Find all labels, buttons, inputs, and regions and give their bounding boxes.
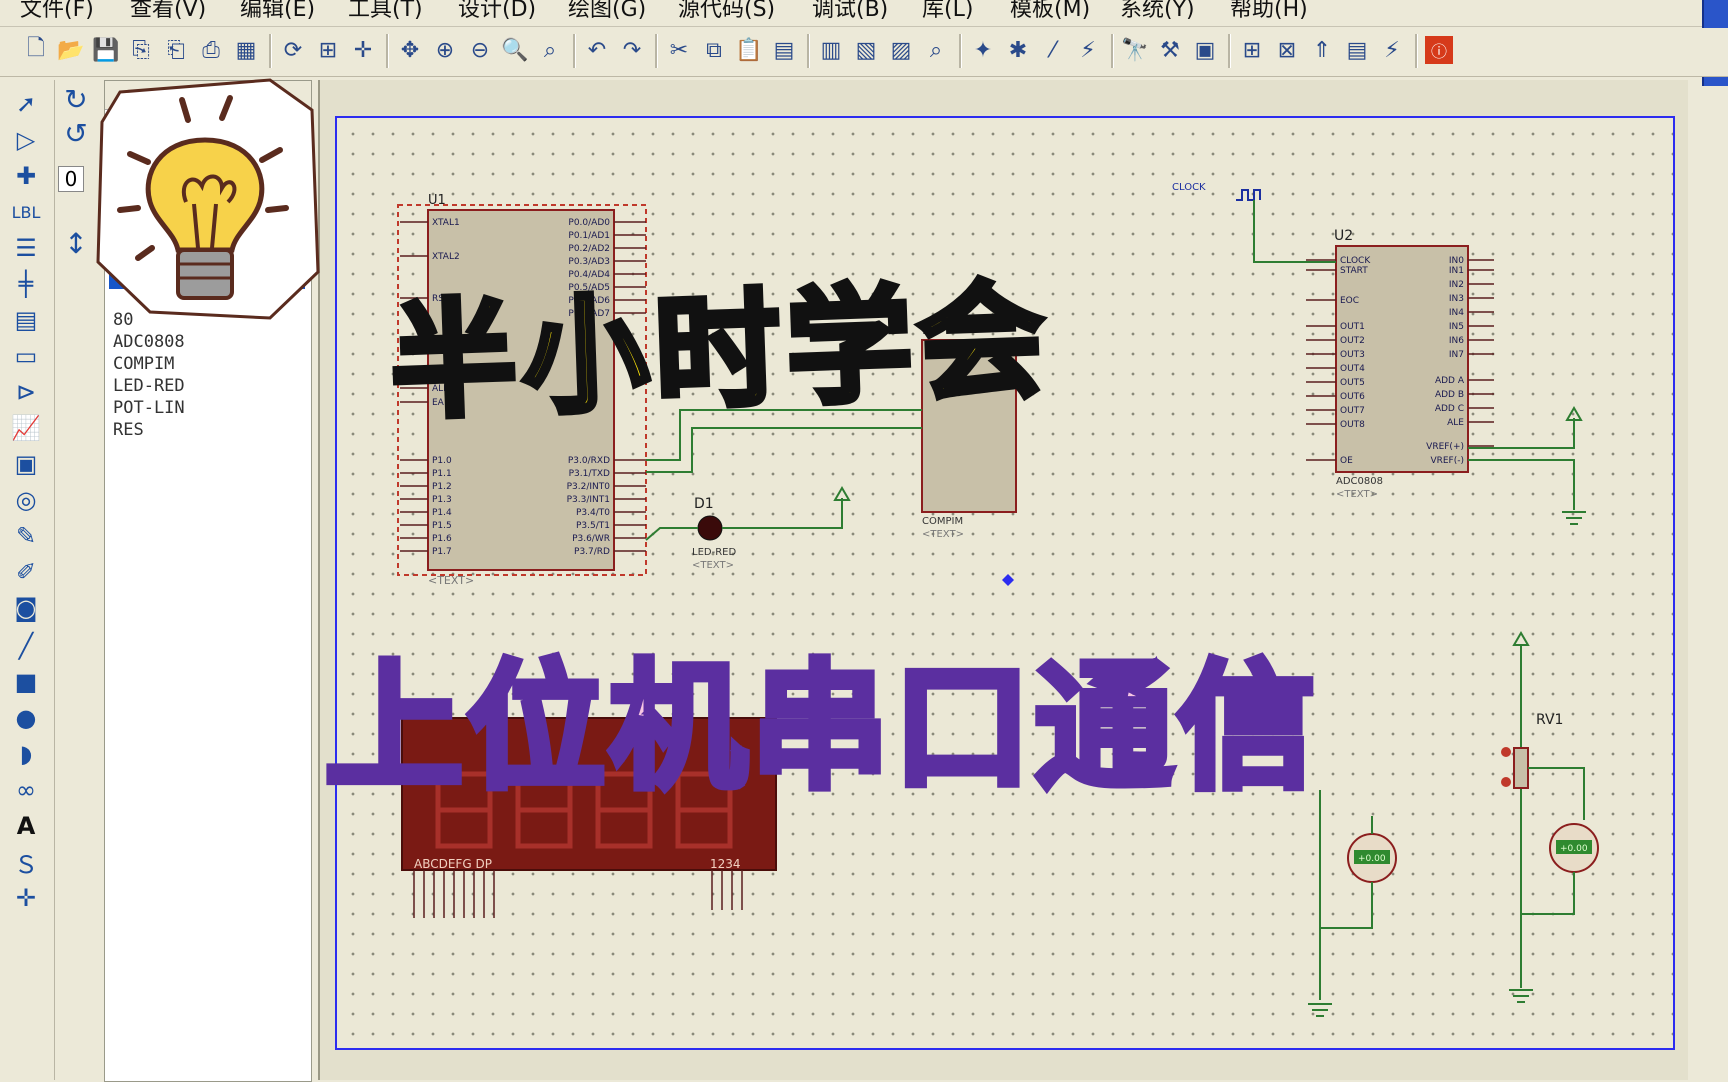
u1-pin-label: P0.0/AD0	[568, 218, 610, 228]
wire	[722, 498, 843, 529]
u2-pin-label: VREF(-)	[1430, 456, 1464, 466]
u1-pin-label: P3.0/RXD	[568, 456, 610, 466]
u2-pin-label: ALE	[1447, 418, 1464, 428]
display-digits-label: 1234	[710, 857, 741, 871]
u2-pin-label: OUT4	[1340, 364, 1365, 374]
origin-marker	[1002, 574, 1014, 586]
u1-ref: U1	[428, 193, 446, 208]
wire	[1253, 200, 1336, 263]
u2-text: <TEXT>	[1336, 489, 1378, 500]
u2-pin-label: OUT8	[1340, 420, 1365, 430]
rv1-body	[1513, 747, 1529, 789]
u1-pin-label: P1.6	[432, 534, 452, 544]
rv1-control-up	[1501, 747, 1511, 757]
power-terminal	[1512, 631, 1530, 646]
u2-pin-label: OE	[1340, 456, 1353, 466]
overlay-title-secondary: 上位机串口通信	[321, 644, 1320, 812]
u1-pin-label: P1.2	[432, 482, 452, 492]
u2-pin-label: OUT5	[1340, 378, 1365, 388]
display-segments-label: ABCDEFG DP	[414, 857, 492, 871]
d1-ref: D1	[694, 496, 714, 512]
u2-pin-label: ADD A	[1435, 376, 1465, 386]
d1-text: <TEXT>	[692, 560, 734, 571]
clock-waveform	[1236, 189, 1261, 201]
u1-pin-label: P1.7	[432, 547, 452, 557]
lightbulb-sticker-icon	[96, 78, 320, 320]
ground-symbol	[1562, 511, 1586, 525]
overlay-title-primary: 半小时学会	[385, 264, 1056, 440]
display-pins	[413, 870, 743, 918]
u1-pin-label: XTAL1	[432, 218, 460, 228]
wire	[1528, 767, 1585, 820]
u2-pin-label: IN0	[1449, 256, 1464, 266]
wire	[646, 427, 922, 473]
u2-pin-label: OUT7	[1340, 406, 1365, 416]
voltmeter-left-reading: +0.00	[1358, 854, 1386, 864]
voltmeter-right-reading: +0.00	[1560, 844, 1588, 854]
u2-ref: U2	[1334, 228, 1353, 244]
u1-pin-label: P0.2/AD2	[568, 244, 610, 254]
u2-pin-label: START	[1340, 266, 1368, 276]
u2-pin-label: IN2	[1449, 280, 1464, 290]
p1-part: COMPIM	[922, 516, 963, 527]
u1-pin-label: P1.3	[432, 495, 452, 505]
u1-pin-label: P1.0	[432, 456, 452, 466]
d1-led	[697, 515, 723, 541]
u1-pin-label: P3.1/TXD	[569, 469, 610, 479]
u2-pin-label: OUT1	[1340, 322, 1365, 332]
u2-pin-label: VREF(+)	[1426, 442, 1464, 452]
u2-pin-label: EOC	[1340, 296, 1359, 306]
u2-pin-label: OUT6	[1340, 392, 1365, 402]
u2-pin-label: IN1	[1449, 266, 1464, 276]
clock-generator-label: CLOCK	[1172, 182, 1206, 193]
u2-part: ADC0808	[1336, 476, 1383, 487]
u2-pin-label: IN6	[1449, 336, 1464, 346]
u1-pin-label: P1.1	[432, 469, 452, 479]
wire	[1468, 459, 1575, 510]
u1-pin-label: P1.5	[432, 521, 452, 531]
ground-symbol	[1308, 1003, 1332, 1017]
rv1-ref: RV1	[1536, 712, 1563, 728]
p1-text: <TEXT>	[922, 529, 964, 540]
u1-text: <TEXT>	[428, 574, 474, 587]
u2-pin-label: IN7	[1449, 350, 1464, 360]
u1-pin-label: P3.7/RD	[574, 547, 610, 557]
u2-pin-label: IN3	[1449, 294, 1464, 304]
u1-pin-label: P1.4	[432, 508, 452, 518]
u2-pin-label: ADD C	[1435, 404, 1464, 414]
u1-pin-label: P3.6/WR	[572, 534, 610, 544]
rv1-control-down	[1501, 777, 1511, 787]
u2-pin-label: IN5	[1449, 322, 1464, 332]
wire	[645, 527, 698, 541]
u1-pin-label: P3.5/T1	[576, 521, 610, 531]
u2-pin-label: IN4	[1449, 308, 1464, 318]
u1-pin-label: P3.4/T0	[576, 508, 610, 518]
wire	[1521, 872, 1575, 915]
ground-symbol	[1509, 989, 1533, 1003]
u2-pin-label: OUT2	[1340, 336, 1365, 346]
d1-part: LED-RED	[692, 547, 736, 558]
u2-pin-label: OUT3	[1340, 350, 1365, 360]
u1-pin-label: P0.1/AD1	[568, 231, 610, 241]
u1-pin-label: P3.3/INT1	[567, 495, 610, 505]
u2-pin-label: CLOCK	[1340, 256, 1371, 266]
u2-pin-label: ADD B	[1435, 390, 1464, 400]
wire	[1320, 882, 1373, 929]
u1-pin-label: P3.2/INT0	[567, 482, 611, 492]
